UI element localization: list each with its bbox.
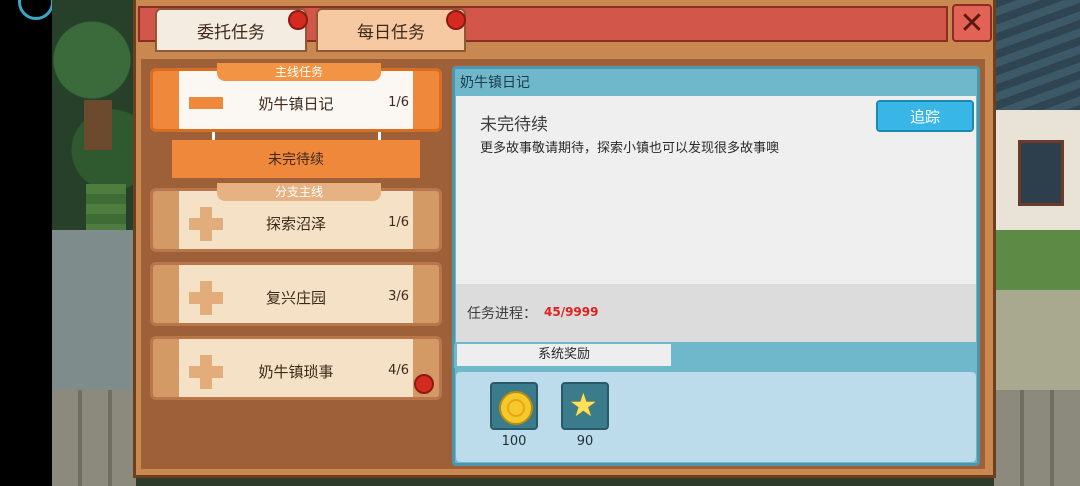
detail-heading: 未完待续	[480, 115, 548, 135]
quest-name: 奶牛镇日记	[258, 95, 334, 113]
reward-item-star[interactable]: ★	[561, 382, 609, 430]
progress-value: 45/9999	[544, 305, 599, 319]
quest-item-branch[interactable]: 分支主线 探索沼泽 1/6	[150, 183, 442, 252]
quest-category: 分支主线	[217, 183, 381, 201]
quest-item-main[interactable]: 主线任务 奶牛镇日记 1/6	[150, 63, 442, 132]
quest-item-town-chores[interactable]: 奶牛镇琐事 4/6	[150, 336, 442, 400]
notification-dot-icon	[446, 10, 466, 30]
grass-patch	[994, 230, 1080, 290]
track-button[interactable]: 追踪	[876, 100, 974, 132]
notification-dot-icon	[288, 10, 308, 30]
tab-label: 委托任务	[197, 22, 265, 43]
track-label: 追踪	[909, 107, 940, 126]
quest-item-revive-farm[interactable]: 复兴庄园 3/6	[150, 262, 442, 326]
star-icon: ★	[569, 386, 598, 424]
close-icon: ✕	[959, 5, 985, 41]
stone-path	[52, 230, 136, 390]
reward-count: 90	[576, 434, 594, 449]
quest-progress: 4/6	[388, 363, 409, 378]
tab-label: 每日任务	[357, 22, 425, 43]
close-button[interactable]: ✕	[952, 4, 992, 42]
stone-wall-left	[52, 390, 136, 486]
tree-trunk	[84, 100, 112, 150]
stone-wall-right	[994, 390, 1080, 486]
quest-name: 复兴庄园	[265, 289, 326, 307]
reward-count: 100	[501, 434, 527, 449]
notification-dot-icon	[414, 374, 434, 394]
screen-edge	[0, 0, 52, 486]
quest-progress: 1/6	[388, 95, 409, 110]
house-window	[1018, 140, 1064, 206]
quest-progress: 1/6	[388, 215, 409, 230]
tab-commission-quests[interactable]: 委托任务	[155, 8, 307, 52]
quest-substatus[interactable]: 未完待续	[172, 140, 420, 178]
detail-title: 奶牛镇日记	[460, 75, 530, 91]
reward-item-coin[interactable]	[490, 382, 538, 430]
quest-name: 探索沼泽	[265, 215, 326, 233]
reward-tab-label: 系统奖励	[457, 344, 671, 366]
road-right	[994, 290, 1080, 390]
quest-category: 主线任务	[217, 63, 381, 81]
detail-description: 更多故事敬请期待，探索小镇也可以发现很多故事噢	[480, 141, 780, 156]
house-roof	[994, 0, 1080, 110]
coin-icon	[499, 391, 533, 425]
substatus-label: 未完待续	[268, 152, 324, 168]
quest-progress: 3/6	[388, 289, 409, 304]
tab-daily-quests[interactable]: 每日任务	[316, 8, 466, 52]
quest-name: 奶牛镇琐事	[258, 363, 334, 381]
progress-label: 任务进程：	[467, 306, 537, 322]
